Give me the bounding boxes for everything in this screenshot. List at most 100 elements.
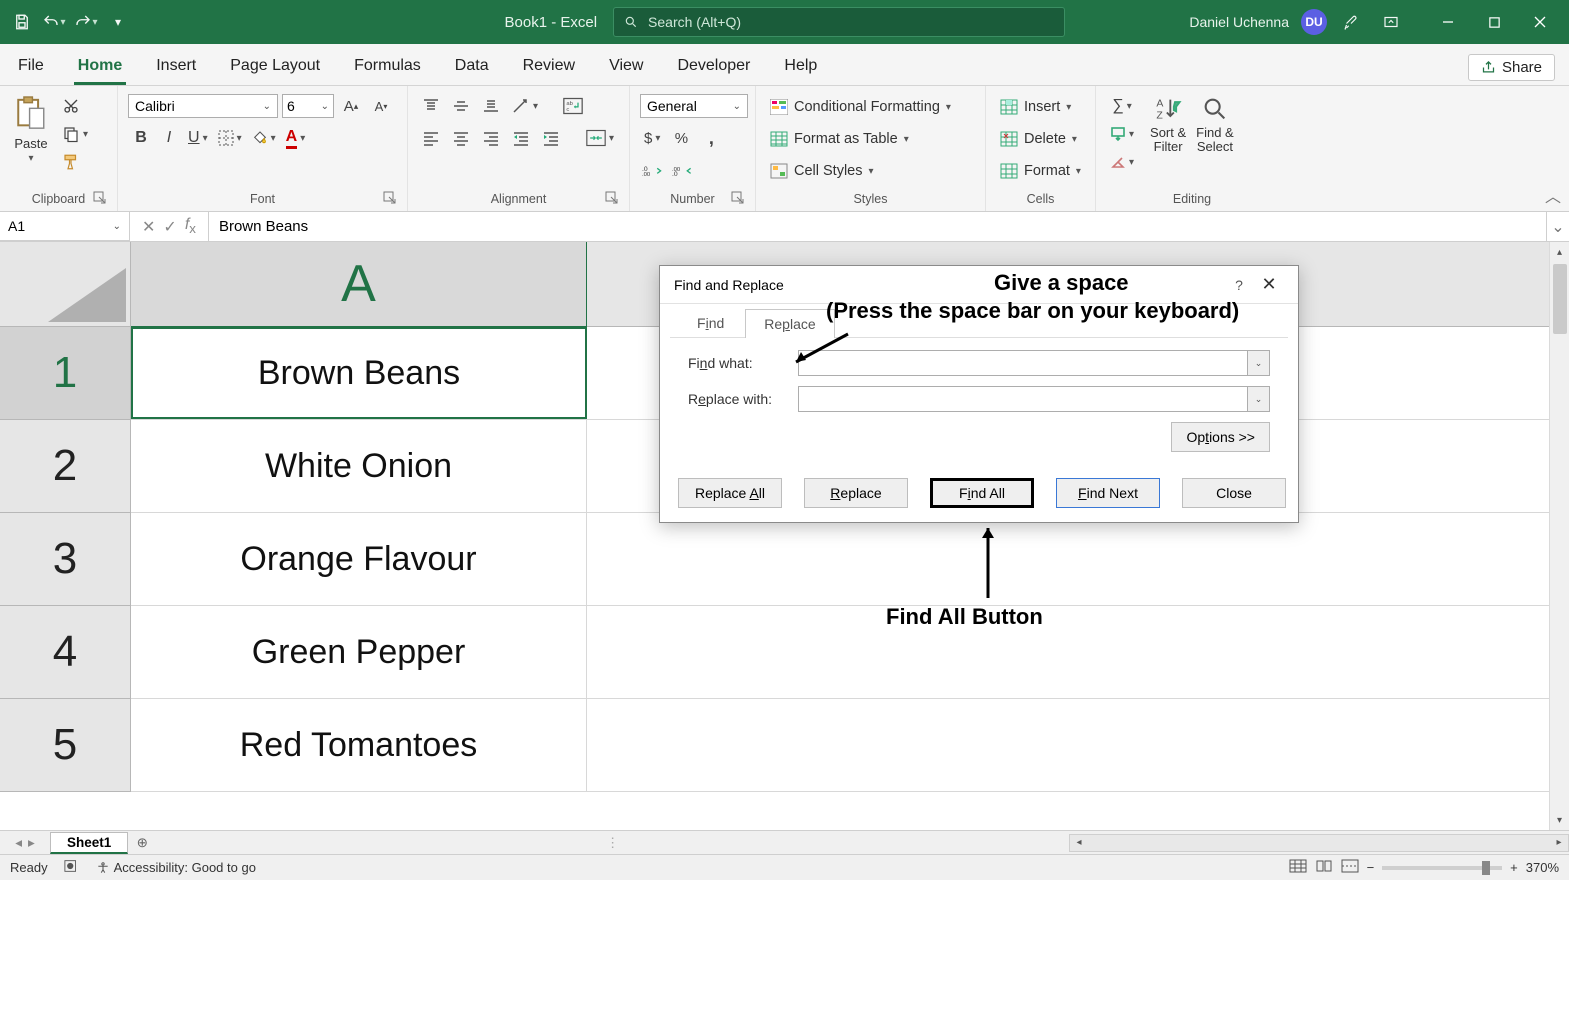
dialog-help-icon[interactable]: ? [1224, 277, 1254, 293]
increase-indent-icon[interactable] [538, 126, 564, 150]
tab-view[interactable]: View [605, 49, 647, 85]
row-header-3[interactable]: 3 [0, 513, 130, 606]
increase-decimal-icon[interactable]: .0.00 [640, 158, 666, 182]
font-color-icon[interactable]: A▾ [282, 126, 310, 150]
bold-icon[interactable]: B [128, 126, 154, 150]
collapse-ribbon-icon[interactable]: ︿ [1545, 183, 1561, 207]
cell-styles[interactable]: Cell Styles▾ [766, 158, 955, 184]
dialog-close-icon[interactable]: ✕ [1254, 274, 1284, 295]
user-name[interactable]: Daniel Uchenna [1189, 14, 1289, 30]
zoom-level[interactable]: 370% [1526, 860, 1559, 875]
qat-customize-icon[interactable]: ▾ [102, 6, 134, 38]
replace-with-dropdown-icon[interactable]: ⌄ [1247, 387, 1269, 411]
view-pagebreak-icon[interactable] [1341, 859, 1359, 876]
insert-cells[interactable]: Insert▾ [996, 94, 1085, 120]
conditional-formatting[interactable]: Conditional Formatting▾ [766, 94, 955, 120]
tab-file[interactable]: File [14, 49, 48, 85]
macro-record-icon[interactable] [64, 859, 80, 876]
replace-button[interactable]: Replace [804, 478, 908, 508]
row-header-5[interactable]: 5 [0, 699, 130, 792]
tab-page-layout[interactable]: Page Layout [226, 49, 324, 85]
fill-icon[interactable]: ▾ [1106, 122, 1138, 146]
clear-icon[interactable]: ▾ [1106, 150, 1138, 174]
name-box[interactable]: A1⌄ [0, 212, 130, 241]
font-size-combo[interactable]: 6⌄ [282, 94, 334, 118]
autosum-icon[interactable]: ∑▾ [1106, 94, 1138, 118]
scroll-up-icon[interactable]: ▴ [1550, 242, 1569, 262]
cell-A2[interactable]: White Onion [131, 420, 587, 512]
tab-developer[interactable]: Developer [673, 49, 754, 85]
save-icon[interactable] [6, 6, 38, 38]
next-sheet-icon[interactable]: ▸ [28, 835, 35, 851]
paste-button[interactable]: Paste ▾ [10, 92, 52, 166]
align-middle-icon[interactable] [448, 94, 474, 118]
sort-filter-button[interactable]: AZ Sort & Filter [1146, 92, 1190, 157]
close-window-button[interactable] [1517, 0, 1563, 44]
scroll-left-icon[interactable]: ◂ [1070, 837, 1088, 848]
find-select-button[interactable]: Find & Select [1192, 92, 1238, 157]
tab-insert[interactable]: Insert [152, 49, 200, 85]
borders-icon[interactable]: ▾ [214, 126, 246, 150]
find-all-button[interactable]: Find All [930, 478, 1034, 508]
zoom-in-icon[interactable]: + [1510, 860, 1518, 875]
fx-icon[interactable]: fx [185, 216, 196, 236]
increase-font-icon[interactable]: A▴ [338, 94, 364, 118]
cancel-formula-icon[interactable]: ✕ [142, 217, 155, 237]
tab-find-in-dialog[interactable]: Find [678, 308, 743, 337]
row-header-1[interactable]: 1 [0, 327, 130, 420]
minimize-button[interactable] [1425, 0, 1471, 44]
redo-icon[interactable]: ▾ [70, 6, 102, 38]
tab-help[interactable]: Help [780, 49, 821, 85]
accessibility-status[interactable]: Accessibility: Good to go [96, 860, 256, 875]
zoom-slider[interactable] [1382, 866, 1502, 870]
prev-sheet-icon[interactable]: ◂ [15, 835, 22, 851]
column-header-A[interactable]: A [131, 242, 587, 327]
launcher-icon[interactable] [93, 191, 107, 205]
formula-input[interactable]: Brown Beans [209, 212, 1547, 241]
tab-data[interactable]: Data [451, 49, 493, 85]
decrease-indent-icon[interactable] [508, 126, 534, 150]
options-button[interactable]: Options >> [1171, 422, 1270, 452]
align-left-icon[interactable] [418, 126, 444, 150]
fill-color-icon[interactable]: ▾ [248, 126, 280, 150]
scroll-down-icon[interactable]: ▾ [1550, 810, 1569, 830]
replace-with-input[interactable]: ⌄ [798, 386, 1270, 412]
orientation-icon[interactable]: ▾ [508, 94, 542, 118]
row-header-4[interactable]: 4 [0, 606, 130, 699]
percent-icon[interactable]: % [668, 126, 694, 150]
launcher-icon[interactable] [383, 191, 397, 205]
view-normal-icon[interactable] [1289, 859, 1307, 876]
align-right-icon[interactable] [478, 126, 504, 150]
italic-icon[interactable]: I [156, 126, 182, 150]
tab-home[interactable]: Home [74, 49, 126, 85]
comma-icon[interactable]: , [698, 126, 724, 150]
format-painter-icon[interactable] [58, 150, 84, 174]
cut-icon[interactable] [58, 94, 84, 118]
accounting-icon[interactable]: $▾ [640, 126, 664, 150]
cell-A3[interactable]: Orange Flavour [131, 513, 587, 605]
find-what-dropdown-icon[interactable]: ⌄ [1247, 351, 1269, 375]
coming-soon-icon[interactable] [1335, 6, 1367, 38]
align-bottom-icon[interactable] [478, 94, 504, 118]
align-top-icon[interactable] [418, 94, 444, 118]
tab-replace-in-dialog[interactable]: Replace [745, 309, 834, 338]
underline-icon[interactable]: U▾ [184, 126, 212, 150]
scroll-right-icon[interactable]: ▸ [1550, 837, 1568, 848]
delete-cells[interactable]: Delete▾ [996, 126, 1085, 152]
search-box[interactable]: Search (Alt+Q) [613, 7, 1064, 37]
launcher-icon[interactable] [605, 191, 619, 205]
tab-formulas[interactable]: Formulas [350, 49, 425, 85]
format-as-table[interactable]: Format as Table▾ [766, 126, 955, 152]
sheet-tab-sheet1[interactable]: Sheet1 [50, 832, 128, 854]
expand-formula-bar-icon[interactable]: ⌄ [1547, 212, 1569, 241]
horizontal-scrollbar[interactable]: ◂ ▸ [1069, 834, 1569, 852]
number-format-combo[interactable]: General⌄ [640, 94, 748, 118]
tab-review[interactable]: Review [519, 49, 579, 85]
ribbon-mode-icon[interactable] [1375, 6, 1407, 38]
avatar[interactable]: DU [1301, 9, 1327, 35]
cell-A5[interactable]: Red Tomantoes [131, 699, 587, 791]
maximize-button[interactable] [1471, 0, 1517, 44]
format-cells[interactable]: Format▾ [996, 158, 1085, 184]
view-layout-icon[interactable] [1315, 859, 1333, 876]
launcher-icon[interactable] [731, 191, 745, 205]
